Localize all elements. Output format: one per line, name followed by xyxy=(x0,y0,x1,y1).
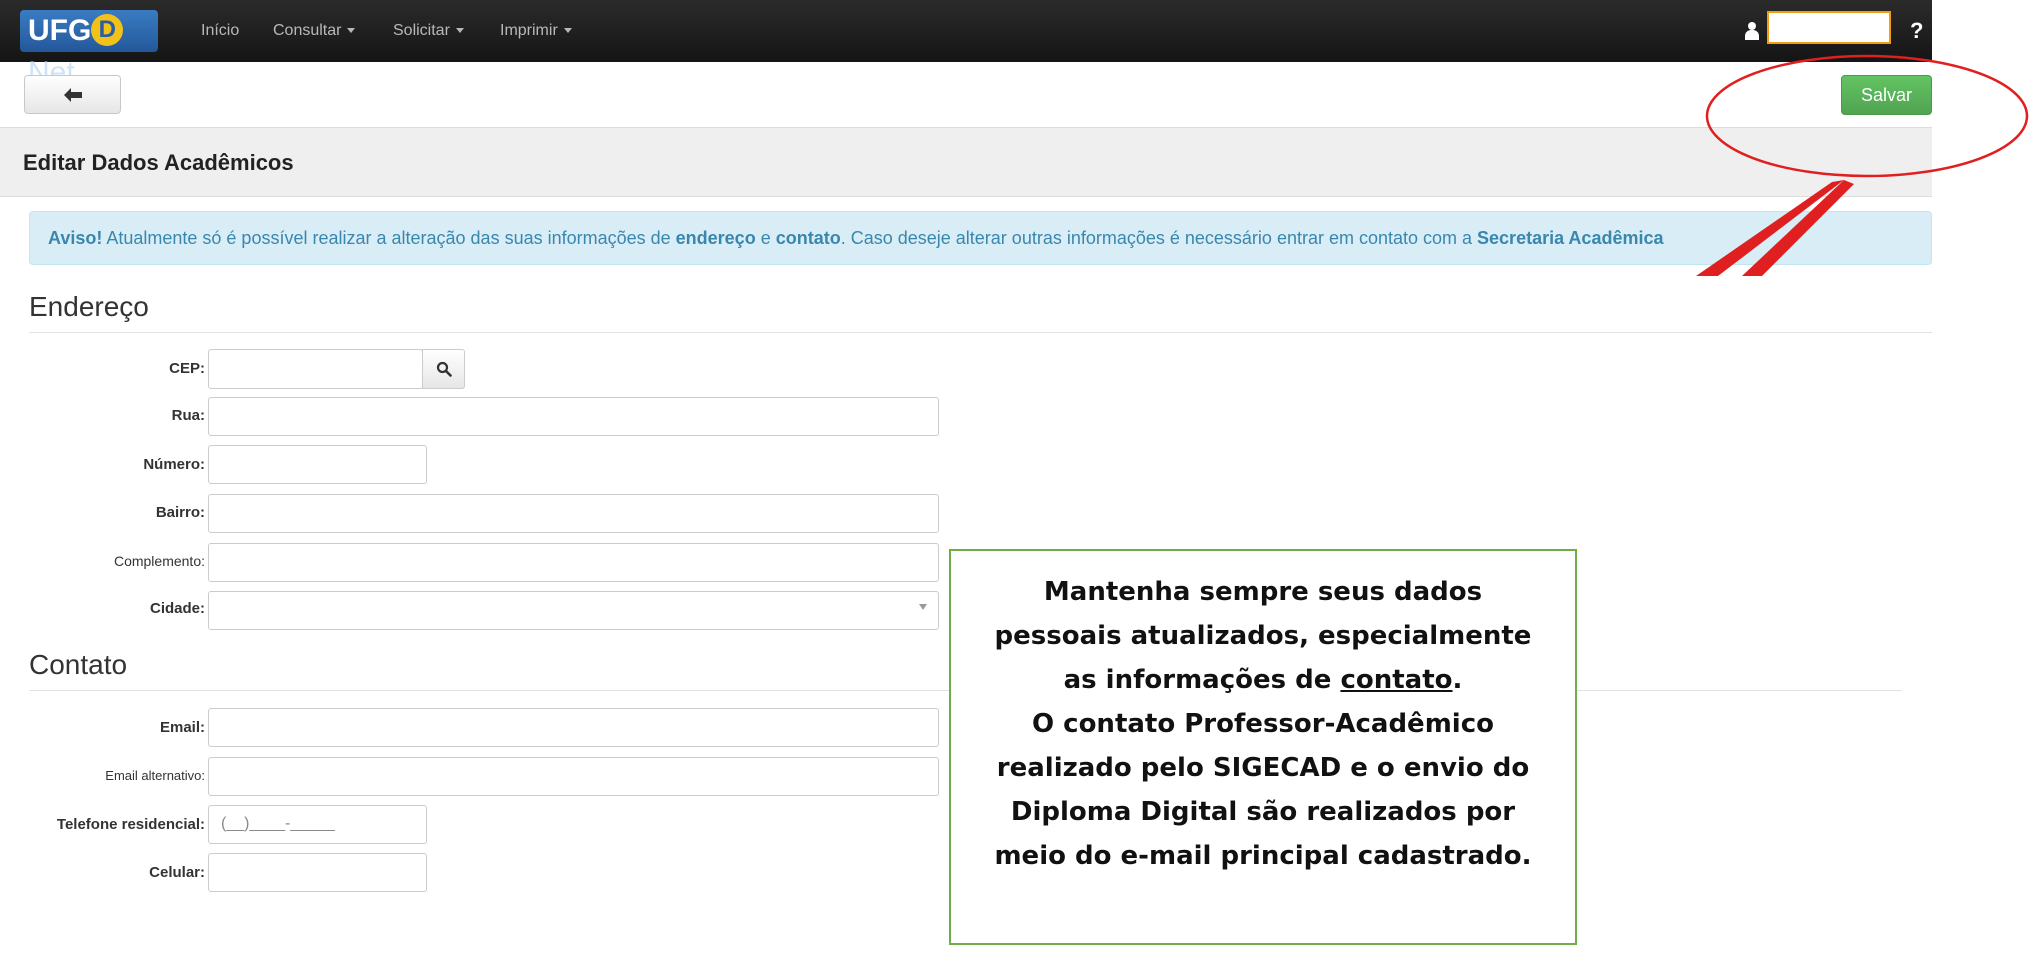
save-button[interactable]: Salvar xyxy=(1841,75,1932,115)
nav-inicio[interactable]: Início xyxy=(201,22,239,40)
note-line: realizado pelo SIGECAD e o envio do xyxy=(996,753,1530,783)
caret-down-icon xyxy=(455,28,464,34)
note-line: as informações de contato. xyxy=(951,658,1575,702)
ufgdnet-logo[interactable]: UFG DNet xyxy=(20,10,158,89)
note-underlined: contato xyxy=(1340,665,1453,695)
alert-bold-endereco: endereço xyxy=(675,228,756,248)
cep-search-button[interactable] xyxy=(422,349,465,389)
annotation-note: Mantenha sempre seus dados pessoais atua… xyxy=(949,549,1577,945)
logo-text-prefix: UFG xyxy=(28,14,92,47)
nav-imprimir-label: Imprimir xyxy=(500,22,558,39)
alert-text-3: . Caso deseje alterar outras informações… xyxy=(840,228,1478,248)
rua-label: Rua: xyxy=(171,407,205,424)
back-button[interactable] xyxy=(24,75,121,114)
bairro-input[interactable] xyxy=(208,494,939,533)
note-line: Mantenha sempre seus dados xyxy=(1043,577,1483,607)
alert-bold-secretaria: Secretaria Acadêmica xyxy=(1477,228,1664,248)
nav-inicio-label: Início xyxy=(201,22,240,39)
note-line: meio do e-mail principal cadastrado. xyxy=(994,841,1532,871)
email-label: Email: xyxy=(159,719,205,736)
logo-d-badge: D xyxy=(91,14,124,47)
divider xyxy=(29,332,1932,333)
numero-label: Número: xyxy=(143,456,205,473)
alert-strong: Aviso! xyxy=(48,228,103,248)
chevron-down-icon xyxy=(919,604,927,610)
nav-solicitar-label: Solicitar xyxy=(393,22,450,39)
bairro-label: Bairro: xyxy=(155,504,205,521)
note-line: O contato Professor-Acadêmico xyxy=(1032,709,1494,739)
nav-consultar[interactable]: Consultar xyxy=(273,22,356,40)
alert-bold-contato: contato xyxy=(775,228,841,248)
caret-down-icon xyxy=(563,28,572,34)
nav-imprimir[interactable]: Imprimir xyxy=(500,22,572,40)
cidade-select[interactable] xyxy=(208,591,939,630)
email-input[interactable] xyxy=(208,708,939,747)
note-text: as informações de xyxy=(1063,665,1341,695)
alert-text-2: e xyxy=(755,228,776,248)
note-line: Diploma Digital são realizados por xyxy=(1010,797,1516,827)
cep-input[interactable] xyxy=(208,349,423,389)
rua-input[interactable] xyxy=(208,397,939,436)
email-alternativo-input[interactable] xyxy=(208,757,939,796)
telefone-residencial-input[interactable]: (__)____-_____ xyxy=(208,805,427,844)
note-line: pessoais atualizados, especialmente xyxy=(994,621,1532,651)
complemento-input[interactable] xyxy=(208,543,939,582)
numero-input[interactable] xyxy=(208,445,427,484)
user-icon[interactable] xyxy=(1744,22,1760,40)
note-text: . xyxy=(1452,665,1463,695)
search-icon xyxy=(436,361,452,377)
section-contato-heading: Contato xyxy=(29,649,128,680)
cep-label: CEP: xyxy=(169,360,205,377)
nav-consultar-label: Consultar xyxy=(273,22,342,39)
telefone-mask: (__)____-_____ xyxy=(221,815,335,832)
info-alert: Aviso! Atualmente só é possível realizar… xyxy=(29,211,1932,265)
section-endereco-heading: Endereço xyxy=(29,291,149,322)
complemento-label: Complemento: xyxy=(113,553,205,569)
celular-label: Celular: xyxy=(149,864,205,881)
top-navbar: UFG DNet Início Consultar Solicitar Impri… xyxy=(0,0,1932,89)
page-title: Editar Dados Acadêmicos xyxy=(23,150,294,175)
alert-text-1: Atualmente só é possível realizar a alte… xyxy=(102,228,676,248)
telefone-residencial-label: Telefone residencial: xyxy=(56,816,205,833)
celular-input[interactable] xyxy=(208,853,427,892)
user-name-box[interactable] xyxy=(1767,11,1891,44)
help-button[interactable]: ? xyxy=(1910,18,1923,44)
nav-solicitar[interactable]: Solicitar xyxy=(393,22,464,40)
email-alternativo-label: Email alternativo: xyxy=(105,768,205,783)
arrow-left-icon xyxy=(63,88,82,102)
cidade-label: Cidade: xyxy=(149,600,205,617)
caret-down-icon xyxy=(347,28,356,34)
